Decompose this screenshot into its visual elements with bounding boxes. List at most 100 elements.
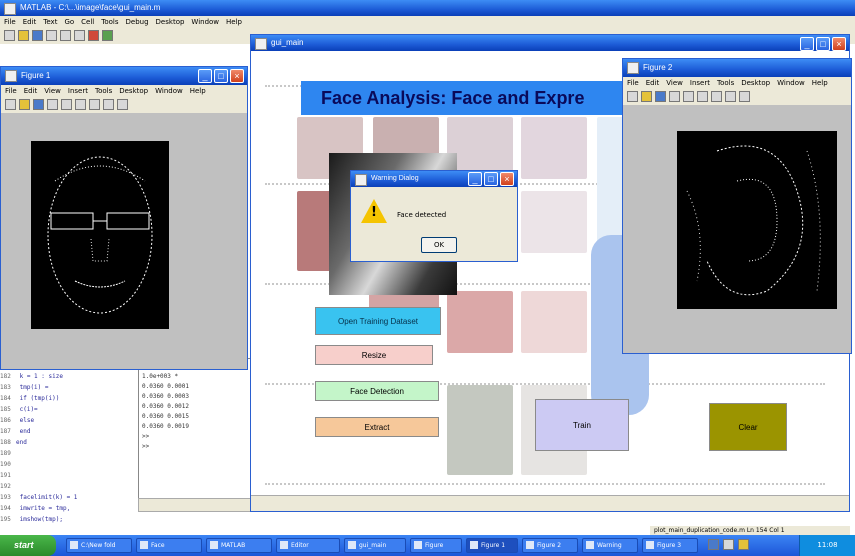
code-line: 183 tmp(i) =: [0, 382, 140, 393]
new-figure-icon[interactable]: [627, 91, 638, 102]
maximize-button[interactable]: □: [484, 172, 498, 186]
extract-button[interactable]: Extract: [315, 417, 439, 437]
menu-edit[interactable]: Edit: [24, 85, 38, 97]
open-training-dataset-button[interactable]: Open Training Dataset: [315, 307, 441, 335]
menu-desktop[interactable]: Desktop: [119, 85, 148, 97]
figure-1-title-bar[interactable]: Figure 1 _ □ ×: [1, 67, 247, 85]
figure-2-title-bar[interactable]: Figure 2: [623, 59, 851, 77]
close-button[interactable]: ×: [500, 172, 514, 186]
paste-icon[interactable]: [74, 30, 85, 41]
gui-scrollbar[interactable]: [251, 495, 849, 511]
taskbar-item[interactable]: C:\New fold: [66, 538, 132, 553]
pan-icon[interactable]: [103, 99, 114, 110]
maximize-button[interactable]: □: [816, 37, 830, 51]
minimize-button[interactable]: _: [468, 172, 482, 186]
zoom-out-icon[interactable]: [89, 99, 100, 110]
menu-window[interactable]: Window: [777, 77, 805, 89]
menu-tools[interactable]: Tools: [95, 85, 112, 97]
menu-view[interactable]: View: [44, 85, 61, 97]
code-editor[interactable]: 181end 182 k = 1 : size 183 tmp(i) = 184…: [0, 360, 140, 530]
menu-help[interactable]: Help: [190, 85, 206, 97]
resize-button[interactable]: Resize: [315, 345, 433, 365]
code-line: 189: [0, 448, 140, 459]
dialog-message: Face detected: [397, 211, 447, 219]
menu-help[interactable]: Help: [226, 16, 242, 28]
menu-help[interactable]: Help: [812, 77, 828, 89]
cut-icon[interactable]: [46, 30, 57, 41]
save-icon[interactable]: [33, 99, 44, 110]
menu-tools[interactable]: Tools: [717, 77, 734, 89]
pan-icon[interactable]: [725, 91, 736, 102]
train-button[interactable]: Train: [535, 399, 629, 451]
taskbar-item[interactable]: Figure 2: [522, 538, 578, 553]
taskbar-item[interactable]: gui_main: [344, 538, 406, 553]
code-text: else: [16, 417, 35, 424]
taskbar-item[interactable]: Face: [136, 538, 202, 553]
code-line: 192: [0, 481, 140, 492]
save-icon[interactable]: [655, 91, 666, 102]
menu-cell[interactable]: Cell: [81, 16, 94, 28]
minimize-button[interactable]: _: [800, 37, 814, 51]
line-number: 194: [0, 505, 11, 512]
open-folder-icon[interactable]: [18, 30, 29, 41]
rotate-icon[interactable]: [117, 99, 128, 110]
taskbar-item[interactable]: Warning: [582, 538, 638, 553]
zoom-in-icon[interactable]: [75, 99, 86, 110]
new-figure-icon[interactable]: [5, 99, 16, 110]
command-window[interactable]: >> 1.0e+003 * 0.0360 0.0001 0.0360 0.000…: [138, 358, 258, 508]
new-file-icon[interactable]: [4, 30, 15, 41]
copy-icon[interactable]: [60, 30, 71, 41]
security-icon[interactable]: [738, 539, 749, 550]
gui-title-bar[interactable]: gui_main _ □ ×: [251, 35, 849, 51]
menu-window[interactable]: Window: [191, 16, 219, 28]
line-number: 189: [0, 450, 11, 457]
menu-insert[interactable]: Insert: [690, 77, 710, 89]
menu-edit[interactable]: Edit: [646, 77, 660, 89]
menu-file[interactable]: File: [627, 77, 639, 89]
print-icon[interactable]: [669, 91, 680, 102]
figure-1-window: Figure 1 _ □ × File Edit View Insert Too…: [0, 66, 248, 370]
open-icon[interactable]: [641, 91, 652, 102]
taskbar-item[interactable]: Figure: [410, 538, 462, 553]
taskbar-item[interactable]: MATLAB: [206, 538, 272, 553]
menu-go[interactable]: Go: [64, 16, 74, 28]
volume-icon[interactable]: [723, 539, 734, 550]
start-button[interactable]: start: [0, 535, 56, 556]
run-icon[interactable]: [102, 30, 113, 41]
save-icon[interactable]: [32, 30, 43, 41]
dialog-title-bar[interactable]: Warning Dialog _ □ ×: [351, 171, 517, 187]
menu-insert[interactable]: Insert: [68, 85, 88, 97]
close-button[interactable]: ×: [832, 37, 846, 51]
arrow-icon[interactable]: [61, 99, 72, 110]
face-detection-button[interactable]: Face Detection: [315, 381, 439, 401]
undo-icon[interactable]: [88, 30, 99, 41]
taskbar-item[interactable]: Figure 1: [466, 538, 518, 553]
rotate-icon[interactable]: [739, 91, 750, 102]
editor-title-bar[interactable]: MATLAB - C:\...\image\face\gui_main.m: [0, 0, 855, 16]
open-icon[interactable]: [19, 99, 30, 110]
menu-file[interactable]: File: [5, 85, 17, 97]
menu-window[interactable]: Window: [155, 85, 183, 97]
clear-button[interactable]: Clear: [709, 403, 787, 451]
menu-edit[interactable]: Edit: [23, 16, 37, 28]
figure-icon: [355, 174, 367, 186]
ok-button[interactable]: OK: [421, 237, 457, 253]
minimize-button[interactable]: _: [198, 69, 212, 83]
arrow-icon[interactable]: [683, 91, 694, 102]
maximize-button[interactable]: □: [214, 69, 228, 83]
taskbar-item[interactable]: Figure 3: [642, 538, 698, 553]
menu-text[interactable]: Text: [43, 16, 57, 28]
print-icon[interactable]: [47, 99, 58, 110]
network-icon[interactable]: [708, 539, 719, 550]
code-line: 187 end: [0, 426, 140, 437]
close-button[interactable]: ×: [230, 69, 244, 83]
menu-view[interactable]: View: [666, 77, 683, 89]
menu-tools[interactable]: Tools: [101, 16, 118, 28]
zoom-out-icon[interactable]: [711, 91, 722, 102]
taskbar-item[interactable]: Editor: [276, 538, 340, 553]
menu-desktop[interactable]: Desktop: [156, 16, 185, 28]
menu-debug[interactable]: Debug: [126, 16, 149, 28]
menu-file[interactable]: File: [4, 16, 16, 28]
zoom-in-icon[interactable]: [697, 91, 708, 102]
menu-desktop[interactable]: Desktop: [741, 77, 770, 89]
